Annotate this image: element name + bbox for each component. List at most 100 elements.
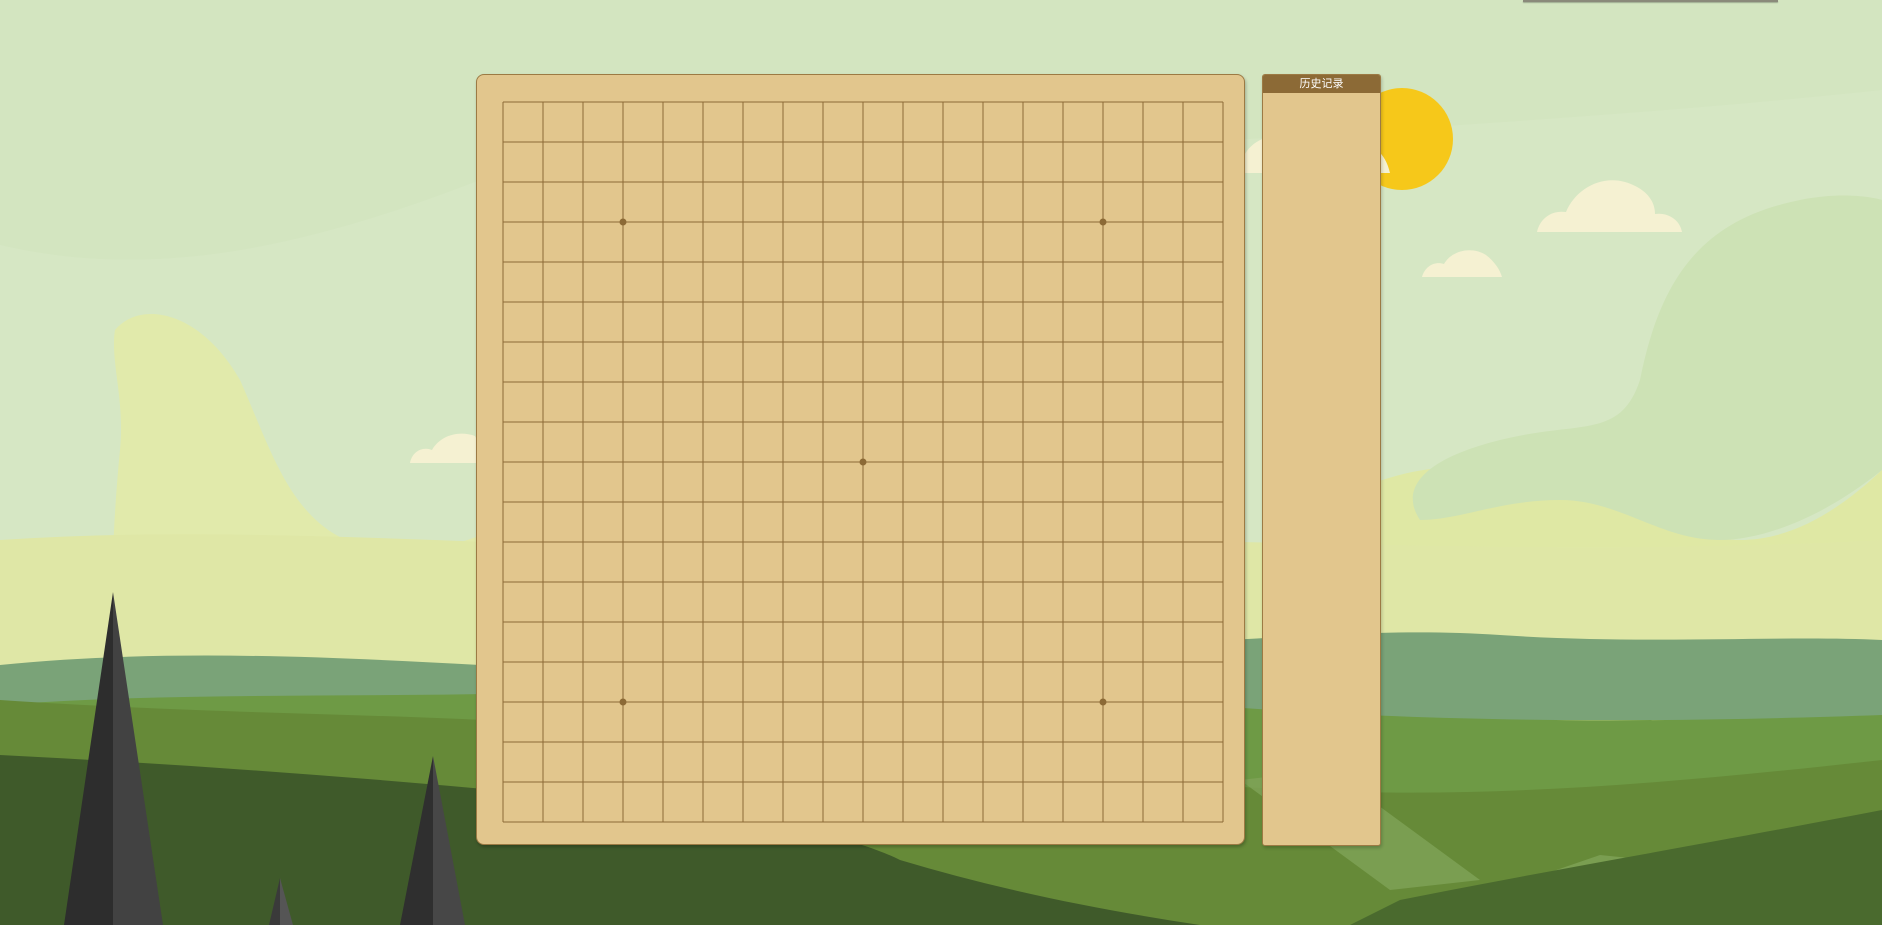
board-intersection[interactable]: [963, 482, 1003, 522]
board-intersection[interactable]: [803, 442, 843, 482]
board-intersection[interactable]: [603, 482, 643, 522]
board-intersection[interactable]: [963, 562, 1003, 602]
board-intersection[interactable]: [683, 642, 723, 682]
board-intersection[interactable]: [1083, 522, 1123, 562]
board-intersection[interactable]: [1043, 442, 1083, 482]
board-intersection[interactable]: [843, 562, 883, 602]
board-intersection[interactable]: [1083, 122, 1123, 162]
board-intersection[interactable]: [483, 362, 523, 402]
board-intersection[interactable]: [563, 282, 603, 322]
board-intersection[interactable]: [1043, 82, 1083, 122]
board-intersection[interactable]: [1003, 802, 1043, 842]
board-intersection[interactable]: [683, 282, 723, 322]
board-intersection[interactable]: [603, 802, 643, 842]
board-intersection[interactable]: [803, 322, 843, 362]
board-intersection[interactable]: [923, 682, 963, 722]
board-intersection[interactable]: [883, 202, 923, 242]
board-intersection[interactable]: [1043, 682, 1083, 722]
board-intersection[interactable]: [843, 522, 883, 562]
board-intersection[interactable]: [923, 722, 963, 762]
board-intersection[interactable]: [923, 362, 963, 402]
board-intersection[interactable]: [763, 762, 803, 802]
board-intersection[interactable]: [923, 122, 963, 162]
board-intersection[interactable]: [643, 562, 683, 602]
board-intersection[interactable]: [643, 82, 683, 122]
board-intersection[interactable]: [1043, 722, 1083, 762]
board-intersection[interactable]: [883, 402, 923, 442]
board-intersection[interactable]: [1003, 362, 1043, 402]
board-intersection[interactable]: [603, 602, 643, 642]
board-intersection[interactable]: [1123, 522, 1163, 562]
board-intersection[interactable]: [963, 802, 1003, 842]
board-intersection[interactable]: [723, 402, 763, 442]
board-intersection[interactable]: [803, 722, 843, 762]
board-intersection[interactable]: [1203, 162, 1243, 202]
board-intersection[interactable]: [963, 122, 1003, 162]
board-intersection[interactable]: [803, 362, 843, 402]
board-intersection[interactable]: [923, 402, 963, 442]
board-intersection[interactable]: [963, 762, 1003, 802]
board-intersection[interactable]: [523, 442, 563, 482]
board-intersection[interactable]: [603, 362, 643, 402]
board-intersection[interactable]: [683, 802, 723, 842]
board-intersection[interactable]: [1083, 202, 1123, 242]
board-intersection[interactable]: [803, 122, 843, 162]
board-intersection[interactable]: [1163, 602, 1203, 642]
board-intersection[interactable]: [523, 202, 563, 242]
board-intersection[interactable]: [1163, 522, 1203, 562]
board-intersection[interactable]: [563, 122, 603, 162]
board-intersection[interactable]: [1083, 242, 1123, 282]
board-intersection[interactable]: [683, 122, 723, 162]
board-intersection[interactable]: [1163, 322, 1203, 362]
board-intersection[interactable]: [723, 642, 763, 682]
board-intersection[interactable]: [683, 762, 723, 802]
board-intersection[interactable]: [1003, 282, 1043, 322]
board-intersection[interactable]: [1163, 562, 1203, 602]
board-intersection[interactable]: [523, 82, 563, 122]
board-intersection[interactable]: [1083, 562, 1123, 602]
board-intersection[interactable]: [1003, 522, 1043, 562]
board-intersection[interactable]: [883, 522, 923, 562]
board-intersection[interactable]: [1203, 602, 1243, 642]
board-intersection[interactable]: [1123, 562, 1163, 602]
board-intersection[interactable]: [483, 762, 523, 802]
board-intersection[interactable]: [563, 722, 603, 762]
board-intersection[interactable]: [603, 722, 643, 762]
board-intersection[interactable]: [803, 642, 843, 682]
board-intersection[interactable]: [643, 282, 683, 322]
board-intersection[interactable]: [803, 242, 843, 282]
board-intersection[interactable]: [1203, 402, 1243, 442]
board-intersection[interactable]: [1123, 162, 1163, 202]
board-intersection[interactable]: [963, 162, 1003, 202]
board-intersection[interactable]: [643, 162, 683, 202]
board-intersection[interactable]: [723, 322, 763, 362]
board-intersection[interactable]: [923, 82, 963, 122]
board-intersection[interactable]: [643, 402, 683, 442]
board-intersection[interactable]: [1123, 362, 1163, 402]
board-intersection[interactable]: [563, 682, 603, 722]
board-intersection[interactable]: [963, 722, 1003, 762]
board-intersection[interactable]: [843, 602, 883, 642]
board-intersection[interactable]: [563, 562, 603, 602]
board-intersection[interactable]: [683, 522, 723, 562]
board-intersection[interactable]: [1003, 162, 1043, 202]
board-intersection[interactable]: [1003, 402, 1043, 442]
board-intersection[interactable]: [723, 82, 763, 122]
board-intersection[interactable]: [1083, 642, 1123, 682]
board-intersection[interactable]: [1003, 642, 1043, 682]
board-intersection[interactable]: [1203, 322, 1243, 362]
board-intersection[interactable]: [1083, 802, 1123, 842]
board-intersection[interactable]: [523, 602, 563, 642]
board-intersection[interactable]: [1163, 642, 1203, 682]
board-intersection[interactable]: [523, 122, 563, 162]
board-intersection[interactable]: [803, 402, 843, 442]
board-intersection[interactable]: [483, 322, 523, 362]
board-intersection[interactable]: [603, 242, 643, 282]
board-intersection[interactable]: [643, 122, 683, 162]
board-intersection[interactable]: [1003, 122, 1043, 162]
board-intersection[interactable]: [843, 82, 883, 122]
board-intersection[interactable]: [1083, 282, 1123, 322]
board-intersection[interactable]: [723, 242, 763, 282]
board-intersection[interactable]: [1043, 362, 1083, 402]
board-intersection[interactable]: [1163, 482, 1203, 522]
